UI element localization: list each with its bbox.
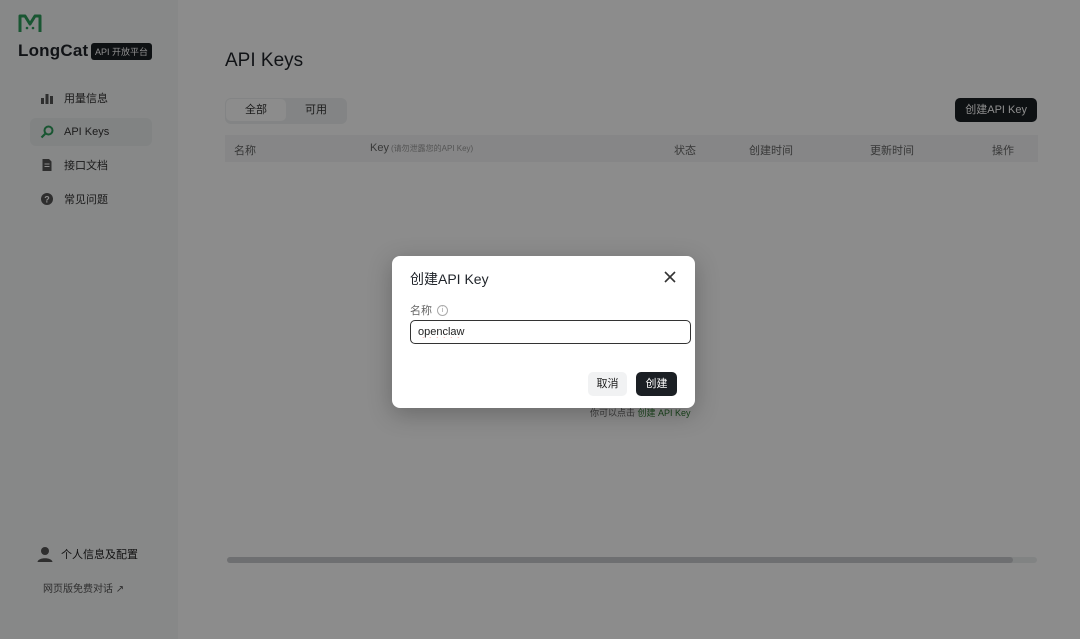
close-icon[interactable] <box>663 270 677 284</box>
create-api-key-dialog: 创建API Key 名称 i 取消 创建 <box>392 256 695 408</box>
info-icon[interactable]: i <box>437 304 448 316</box>
name-field-label: 名称 i <box>410 302 448 318</box>
confirm-create-button[interactable]: 创建 <box>636 372 677 396</box>
api-key-name-input[interactable] <box>410 320 691 344</box>
dialog-title: 创建API Key <box>410 271 489 287</box>
cancel-button[interactable]: 取消 <box>588 372 627 396</box>
